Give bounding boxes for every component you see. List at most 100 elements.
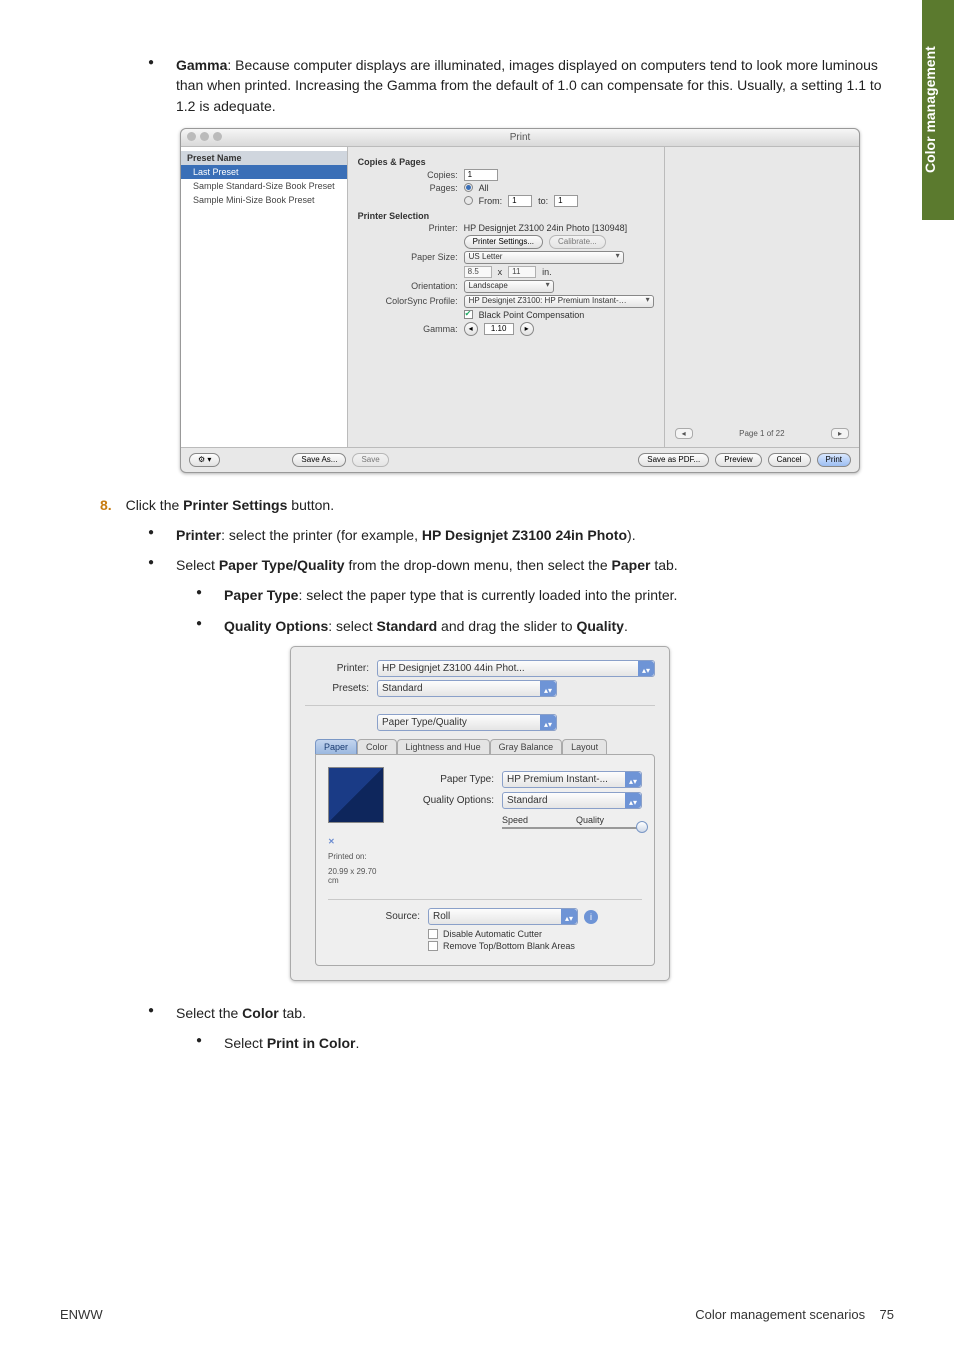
tab-lightness-hue[interactable]: Lightness and Hue [397,739,490,754]
gamma-plus-button[interactable]: ▸ [520,322,534,336]
pages-to-input[interactable] [554,195,578,207]
pages-from-input[interactable] [508,195,532,207]
paper-tail: tab. [650,557,677,573]
pages-label: Pages: [378,183,458,193]
preset-sidebar: Preset Name Last Preset Sample Standard-… [181,147,348,447]
preset-header: Preset Name [181,151,347,165]
paper-b2: Paper [612,557,651,573]
gamma-input[interactable] [484,323,514,335]
printer-model: HP Designjet Z3100 24in Photo [422,527,627,543]
gamma-bullet: Gamma: Because computer displays are ill… [148,55,894,116]
dialog-footer: ⚙ ▾ Save As... Save Save as PDF... Previ… [181,447,859,472]
paper-pre: Select [176,557,219,573]
traffic-lights [187,132,222,141]
disable-cutter-checkbox[interactable] [428,929,438,939]
gamma-minus-button[interactable]: ◂ [464,322,478,336]
source-dropdown[interactable]: Roll▴▾ [428,908,578,925]
paper-type-dropdown[interactable]: HP Premium Instant-...▴▾ [502,771,642,788]
copies-input[interactable] [464,169,498,181]
preset-row[interactable]: Sample Mini-Size Book Preset [181,193,347,207]
paper-w-input[interactable] [464,266,492,278]
printer-bullet: Printer: select the printer (for example… [148,525,894,545]
footer-page-number: 75 [880,1307,894,1322]
quality-bullet: Quality Options: select Standard and dra… [196,616,894,636]
slider-quality-label: Quality [576,815,604,825]
paper-x: x [498,267,503,277]
papertype-bullet: Paper Type: select the paper type that i… [196,585,894,605]
gamma-lead: Gamma [176,57,227,73]
printer-settings-button[interactable]: Printer Settings... [464,235,543,249]
save-button[interactable]: Save [352,453,388,467]
aperture-print-dialog: Print Preset Name Last Preset Sample Sta… [180,128,860,473]
colorsync-label: ColorSync Profile: [378,296,458,306]
paper-h-input[interactable] [508,266,536,278]
cancel-button[interactable]: Cancel [768,453,811,467]
ps-panel-dropdown[interactable]: Paper Type/Quality▴▾ [377,714,557,731]
bpc-checkbox[interactable] [464,310,473,319]
quality-options-label: Quality Options: [402,795,494,806]
quality-b1: Standard [376,618,437,634]
pages-all-text: All [479,183,489,193]
paper-b1: Paper Type/Quality [219,557,345,573]
calibrate-button[interactable]: Calibrate... [549,235,606,249]
tab-gray-balance[interactable]: Gray Balance [490,739,563,754]
preset-row[interactable]: Sample Standard-Size Book Preset [181,179,347,193]
paper-bullet: Select Paper Type/Quality from the drop-… [148,555,894,575]
printer-value: HP Designjet Z3100 24in Photo [130948] [464,223,627,233]
step-number: 8. [100,497,112,513]
gamma-field-label: Gamma: [378,324,458,334]
quality-lead: Quality Options [224,618,328,634]
preview-button[interactable]: Preview [715,453,761,467]
bpc-label: Black Point Compensation [479,310,585,320]
quality-options-dropdown[interactable]: Standard▴▾ [502,792,642,809]
remove-blank-checkbox[interactable] [428,941,438,951]
tab-layout[interactable]: Layout [562,739,607,754]
pages-from-label: From: [479,196,503,206]
printcolor-post: . [355,1035,359,1051]
colorsync-dropdown[interactable]: HP Designjet Z3100: HP Premium Instant-… [464,295,654,308]
paper-size-label: Paper Size: [378,252,458,262]
printed-on-value: 20.99 x 29.70 cm [328,867,388,885]
preset-row[interactable]: Last Preset [181,165,347,179]
orientation-dropdown[interactable]: Landscape [464,280,554,293]
printer-label: Printer: [378,223,458,233]
colortab-post: tab. [279,1005,306,1021]
paper-mid: from the drop-down menu, then select the [345,557,612,573]
papertype-lead: Paper Type [224,587,298,603]
colortab-b: Color [242,1005,279,1021]
page-content: Gamma: Because computer displays are ill… [0,0,954,1094]
colortab-pre: Select the [176,1005,242,1021]
ps-printer-dropdown[interactable]: HP Designjet Z3100 44in Phot...▴▾ [377,660,655,677]
ps-presets-dropdown[interactable]: Standard▴▾ [377,680,557,697]
tab-color[interactable]: Color [357,739,397,754]
print-color-bullet: Select Print in Color. [196,1033,894,1053]
footer-left: ENWW [60,1307,103,1322]
printer-settings-dialog: Printer: HP Designjet Z3100 44in Phot...… [290,646,670,981]
save-as-button[interactable]: Save As... [292,453,346,467]
paper-size-dropdown[interactable]: US Letter [464,251,624,264]
orientation-label: Orientation: [378,281,458,291]
save-as-pdf-button[interactable]: Save as PDF... [638,453,709,467]
next-page-button[interactable]: ▸ [831,428,849,439]
ps-tabs: Paper Color Lightness and Hue Gray Balan… [315,739,655,754]
section-tab: Color management [922,0,954,220]
printer-tail: ). [627,527,636,543]
pages-to-label: to: [538,196,548,206]
gear-menu-button[interactable]: ⚙ ▾ [189,453,220,467]
pages-from-radio[interactable] [464,196,473,205]
tab-paper[interactable]: Paper [315,739,357,754]
page-indicator: Page 1 of 22 [739,429,784,438]
printcolor-b: Print in Color [267,1035,356,1051]
window-titlebar: Print [181,129,859,147]
paper-unit: in. [542,267,552,277]
prev-page-button[interactable]: ◂ [675,428,693,439]
quality-slider[interactable]: Speed Quality [502,815,642,825]
color-tab-bullet: Select the Color tab. [148,1003,894,1023]
settings-pane: Copies & Pages Copies: Pages: All From: [348,147,665,447]
pages-all-radio[interactable] [464,183,473,192]
papertype-tail: : select the paper type that is currentl… [298,587,677,603]
info-icon[interactable]: i [584,910,598,924]
page-footer: ENWW Color management scenarios 75 [60,1307,894,1322]
paper-tab-pane: ✕ Printed on: 20.99 x 29.70 cm Paper Typ… [315,754,655,966]
print-button[interactable]: Print [817,453,851,467]
